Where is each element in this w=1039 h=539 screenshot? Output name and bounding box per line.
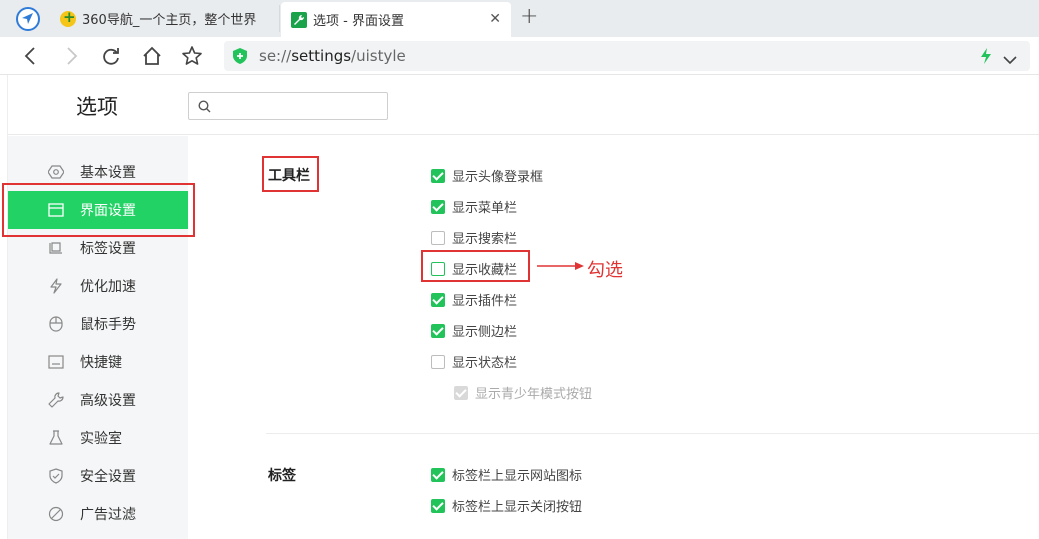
option-label: 显示菜单栏 bbox=[452, 201, 518, 216]
sidebar-item-label: 基本设置 bbox=[80, 165, 136, 181]
option-label: 显示搜索栏 bbox=[452, 232, 518, 247]
wrench-icon bbox=[48, 392, 64, 408]
sidebar-item-advanced[interactable]: 高级设置 bbox=[8, 381, 188, 419]
sidebar-item-shortcuts[interactable]: 快捷键 bbox=[8, 343, 188, 381]
navigation-bar: se://settings/uistyle bbox=[0, 37, 1039, 75]
page-left-edge bbox=[0, 75, 8, 539]
page-title: 选项 bbox=[76, 95, 118, 119]
bookmark-star-icon[interactable] bbox=[181, 45, 203, 67]
tab-title: 360导航_一个主页，整个世界 bbox=[82, 13, 257, 28]
option-show-searchbar[interactable]: 显示搜索栏 bbox=[431, 228, 517, 247]
settings-search[interactable] bbox=[188, 92, 388, 120]
option-tab-show-site-icon[interactable]: 标签栏上显示网站图标 bbox=[431, 465, 582, 484]
search-input[interactable] bbox=[217, 96, 382, 116]
tab-title: 选项 - 界面设置 bbox=[313, 14, 404, 29]
wrench-favicon-icon bbox=[291, 11, 307, 28]
sidebar-item-gesture[interactable]: 鼠标手势 bbox=[8, 305, 188, 343]
option-label: 显示侧边栏 bbox=[452, 325, 518, 340]
checkbox-unchecked[interactable] bbox=[431, 354, 445, 369]
option-label: 显示状态栏 bbox=[452, 356, 518, 371]
option-label: 显示插件栏 bbox=[452, 294, 518, 309]
tab-360-nav[interactable]: 360导航_一个主页，整个世界 bbox=[52, 5, 280, 32]
checkbox-unchecked[interactable] bbox=[431, 230, 445, 245]
option-show-sidebar[interactable]: 显示侧边栏 bbox=[431, 321, 517, 340]
option-show-statusbar[interactable]: 显示状态栏 bbox=[431, 352, 517, 371]
sidebar-item-label: 鼠标手势 bbox=[80, 317, 136, 333]
option-highlight-box bbox=[421, 250, 530, 282]
sidebar-item-label: 标签设置 bbox=[80, 241, 136, 257]
sidebar-item-label: 快捷键 bbox=[80, 355, 122, 371]
checkbox-checked[interactable] bbox=[431, 292, 445, 307]
sidebar-item-label: 高级设置 bbox=[80, 393, 136, 409]
option-show-plugin-bar[interactable]: 显示插件栏 bbox=[431, 290, 517, 309]
tab-strip: 360导航_一个主页，整个世界 选项 - 界面设置 ✕ + bbox=[0, 0, 1039, 37]
keyboard-icon bbox=[48, 354, 64, 370]
sidebar-item-label: 广告过滤 bbox=[80, 507, 136, 523]
sidebar-item-label: 实验室 bbox=[80, 431, 122, 447]
browser-menu-icon[interactable] bbox=[16, 7, 40, 31]
section-highlight-box bbox=[262, 156, 319, 192]
checkbox-checked[interactable] bbox=[431, 199, 445, 214]
home-icon[interactable] bbox=[141, 45, 163, 67]
annotation-arrow bbox=[537, 262, 584, 270]
option-tab-show-close-button[interactable]: 标签栏上显示关闭按钮 bbox=[431, 496, 582, 515]
chevron-down-icon[interactable] bbox=[1003, 50, 1017, 69]
360-logo-icon bbox=[60, 8, 76, 27]
flask-icon bbox=[48, 430, 64, 446]
security-shield-icon bbox=[233, 48, 247, 64]
mouse-icon bbox=[48, 316, 64, 332]
settings-header: 选项 bbox=[8, 75, 1039, 135]
option-label: 显示青少年模式按钮 bbox=[475, 387, 593, 402]
checkbox-checked[interactable] bbox=[431, 498, 445, 513]
new-tab-button[interactable]: + bbox=[520, 6, 538, 28]
tab-settings[interactable]: 选项 - 界面设置 ✕ bbox=[281, 2, 511, 37]
sidebar-item-speed[interactable]: 优化加速 bbox=[8, 267, 188, 305]
option-label: 显示头像登录框 bbox=[452, 170, 544, 185]
checkbox-checked[interactable] bbox=[431, 323, 445, 338]
sidebar-item-adblock[interactable]: 广告过滤 bbox=[8, 495, 188, 533]
sidebar-item-label: 安全设置 bbox=[80, 469, 136, 485]
section-title-tabs: 标签 bbox=[268, 468, 296, 484]
back-icon[interactable] bbox=[20, 45, 42, 67]
active-item-highlight-box bbox=[2, 183, 195, 237]
address-bar[interactable]: se://settings/uistyle bbox=[224, 41, 1030, 71]
block-icon bbox=[48, 506, 64, 522]
option-label: 标签栏上显示关闭按钮 bbox=[452, 500, 583, 515]
close-tab-icon[interactable]: ✕ bbox=[489, 12, 501, 26]
bolt-icon bbox=[48, 278, 64, 294]
sidebar-item-label: 优化加速 bbox=[80, 279, 136, 295]
checkbox-disabled bbox=[454, 385, 468, 400]
annotation-text: 勾选 bbox=[587, 260, 623, 281]
checkbox-checked[interactable] bbox=[431, 467, 445, 482]
hexagon-icon bbox=[48, 164, 64, 180]
option-show-menubar[interactable]: 显示菜单栏 bbox=[431, 197, 517, 216]
option-label: 标签栏上显示网站图标 bbox=[452, 469, 583, 484]
option-show-teen-mode-button: 显示青少年模式按钮 bbox=[454, 383, 592, 402]
reload-icon[interactable] bbox=[100, 45, 122, 67]
sidebar-item-security[interactable]: 安全设置 bbox=[8, 457, 188, 495]
shield-check-icon bbox=[48, 468, 64, 484]
url-text: se://settings/uistyle bbox=[259, 47, 406, 65]
section-divider bbox=[266, 433, 1039, 434]
forward-icon[interactable] bbox=[60, 45, 82, 67]
tab-icon bbox=[48, 240, 64, 256]
speed-mode-icon[interactable] bbox=[980, 48, 992, 68]
sidebar-item-lab[interactable]: 实验室 bbox=[8, 419, 188, 457]
option-show-avatar-login[interactable]: 显示头像登录框 bbox=[431, 166, 543, 185]
checkbox-checked[interactable] bbox=[431, 168, 445, 183]
search-icon bbox=[198, 100, 211, 113]
